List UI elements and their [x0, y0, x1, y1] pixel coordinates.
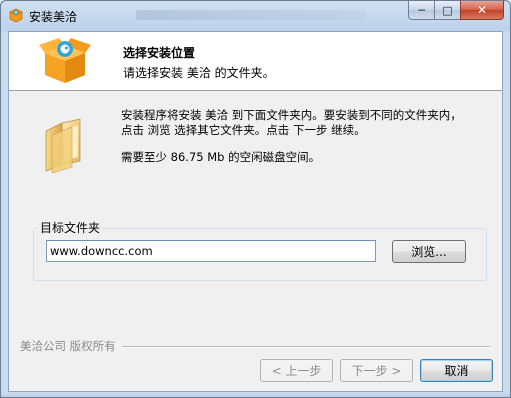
- minimize-icon: ─: [418, 3, 425, 17]
- orange-box-logo-icon: [39, 38, 91, 83]
- installer-window: 安装美洽 ─ □ ✕ 选择安装位置 请选择安装 美洽 的文件夹。 安装程序将安装…: [0, 0, 511, 398]
- page-subtitle: 请选择安装 美洽 的文件夹。: [123, 66, 275, 80]
- footer-brand-text-overlay: 美洽公司 版权所有: [20, 338, 122, 354]
- caption-buttons: ─ □ ✕: [408, 1, 504, 21]
- close-icon: ✕: [476, 3, 488, 17]
- window-title: 安装美洽: [29, 10, 78, 24]
- window-bottom-border: [1, 392, 510, 397]
- destination-group-label: 目标文件夹: [38, 219, 103, 236]
- next-button[interactable]: 下一步 >: [340, 359, 413, 382]
- minimize-button[interactable]: ─: [408, 1, 434, 20]
- header-panel: 选择安装位置 请选择安装 美洽 的文件夹。: [9, 32, 502, 91]
- description-line-2: 点击 浏览 选择其它文件夹。点击 下一步 继续。: [121, 123, 366, 137]
- back-button[interactable]: < 上一步: [260, 359, 333, 382]
- dialog-client-area: 选择安装位置 请选择安装 美洽 的文件夹。 安装程序将安装 美洽 到下面文件夹内…: [8, 31, 503, 392]
- folder-icon: [45, 118, 81, 173]
- destination-path-input[interactable]: [46, 240, 376, 262]
- browse-button[interactable]: 浏览...: [392, 240, 466, 263]
- space-required-text: 需要至少 86.75 Mb 的空闲磁盘空间。: [121, 150, 321, 164]
- description-text: 安装程序将安装 美洽 到下面文件夹内。要安装到不同的文件夹内， 点击 浏览 选择…: [121, 108, 491, 138]
- app-icon: [9, 8, 23, 23]
- maximize-icon: □: [442, 3, 453, 17]
- close-button[interactable]: ✕: [460, 1, 504, 20]
- maximize-button[interactable]: □: [434, 1, 460, 20]
- title-bar[interactable]: 安装美洽 ─ □ ✕: [1, 1, 510, 31]
- cancel-button[interactable]: 取消: [420, 359, 493, 382]
- description-line-1: 安装程序将安装 美洽 到下面文件夹内。要安装到不同的文件夹内，: [121, 108, 462, 122]
- page-title: 选择安装位置: [123, 46, 196, 60]
- title-bar-background-text: [136, 10, 366, 20]
